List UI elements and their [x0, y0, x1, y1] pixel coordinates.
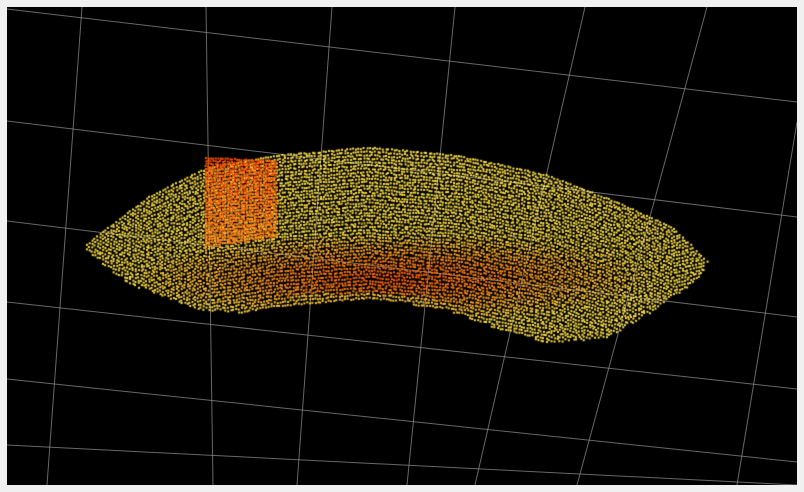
point-cloud[interactable]	[7, 7, 797, 485]
point-cloud-viewport[interactable]	[7, 7, 797, 485]
